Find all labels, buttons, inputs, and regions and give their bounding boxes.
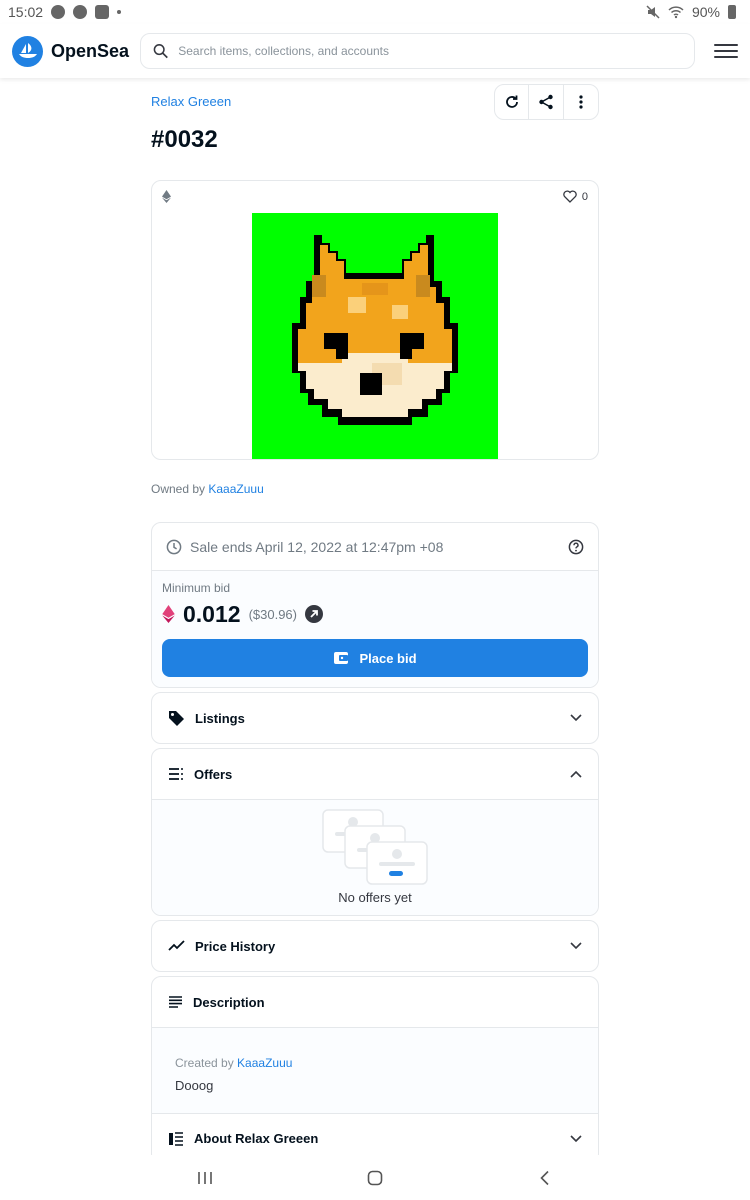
app-header: OpenSea — [0, 24, 750, 78]
description-header[interactable]: Description — [152, 977, 598, 1027]
opensea-logo[interactable]: OpenSea — [12, 35, 140, 67]
recent-apps-icon[interactable] — [197, 1170, 213, 1186]
offers-empty-state: No offers yet — [152, 799, 598, 915]
listings-title: Listings — [195, 710, 245, 726]
refresh-button[interactable] — [495, 85, 530, 119]
description-icon — [169, 996, 182, 1008]
chevron-down-icon — [570, 942, 582, 950]
hamburger-menu-icon[interactable] — [714, 41, 738, 61]
telegram-icon — [73, 5, 88, 19]
favorite-button[interactable]: 0 — [563, 190, 588, 203]
notification-icon — [51, 5, 66, 19]
nft-image[interactable] — [252, 213, 498, 459]
search-icon — [153, 44, 168, 59]
status-bar: 15:02 90% — [0, 0, 750, 24]
bid-section: Minimum bid 0.012 ($30.96) Place bid — [152, 571, 598, 687]
no-offers-text: No offers yet — [338, 890, 412, 905]
sale-panel: Sale ends April 12, 2022 at 12:47pm +08 … — [151, 522, 599, 688]
wallet-icon — [334, 652, 349, 664]
offers-header[interactable]: Offers — [152, 749, 598, 799]
description-text: Dooog — [175, 1078, 214, 1093]
listings-header[interactable]: Listings — [152, 693, 598, 743]
description-title: Description — [193, 994, 265, 1010]
empty-offers-illustration — [322, 809, 428, 885]
system-nav-bar — [0, 1155, 750, 1200]
item-image-card: 0 — [151, 180, 599, 460]
more-notifications-icon — [117, 10, 122, 14]
clock-icon — [166, 539, 182, 554]
about-collection-title: About Relax Greeen — [194, 1131, 319, 1146]
creator-link[interactable]: KaaaZuuu — [237, 1056, 292, 1070]
item-page: Relax Greeen #0032 0 Owned by KaaaZuuu S… — [151, 84, 599, 1168]
weth-icon — [162, 605, 175, 623]
share-icon — [539, 94, 553, 110]
search-input[interactable] — [178, 44, 682, 58]
battery-icon — [728, 5, 736, 19]
price-value: 0.012 — [183, 600, 241, 627]
search-bar[interactable] — [140, 33, 695, 69]
price-history-panel: Price History — [151, 920, 599, 972]
offers-title: Offers — [194, 766, 233, 782]
more-vertical-icon — [579, 95, 583, 109]
battery-text: 90% — [691, 4, 720, 20]
chevron-down-icon — [570, 1134, 582, 1142]
item-title: #0032 — [151, 126, 218, 153]
list-icon — [169, 768, 183, 780]
owner-link[interactable]: KaaaZuuu — [208, 482, 263, 496]
description-body: Created by KaaaZuuu Dooog — [152, 1027, 598, 1113]
trending-icon — [168, 940, 185, 951]
price-usd: ($30.96) — [248, 606, 297, 622]
owned-by-label: Owned by — [151, 482, 206, 496]
youtube-icon — [95, 5, 110, 19]
arrow-up-right-icon[interactable] — [304, 605, 323, 623]
offers-panel: Offers No offers yet — [151, 748, 599, 916]
wifi-icon — [668, 6, 684, 19]
minimum-bid-label: Minimum bid — [162, 581, 231, 595]
item-toolbar — [494, 84, 599, 120]
logo-icon — [12, 35, 43, 67]
status-time: 15:02 — [8, 4, 44, 20]
place-bid-button[interactable]: Place bid — [162, 639, 588, 677]
more-options-button[interactable] — [564, 85, 598, 119]
back-icon[interactable] — [537, 1170, 553, 1186]
listings-panel: Listings — [151, 692, 599, 744]
place-bid-label: Place bid — [359, 650, 417, 666]
chevron-down-icon — [570, 714, 582, 722]
description-panel: Description Created by KaaaZuuu Dooog Ab… — [151, 976, 599, 1164]
price-row: 0.012 ($30.96) — [162, 599, 588, 629]
item-top-row: Relax Greeen — [151, 84, 599, 120]
collection-link[interactable]: Relax Greeen — [151, 94, 231, 109]
sale-end-text: Sale ends April 12, 2022 at 12:47pm +08 — [190, 538, 444, 555]
tag-icon — [169, 710, 184, 726]
share-button[interactable] — [529, 85, 564, 119]
help-icon[interactable] — [568, 539, 584, 555]
created-by: Created by KaaaZuuu — [175, 1056, 575, 1070]
logo-text: OpenSea — [51, 40, 130, 61]
sale-end-row: Sale ends April 12, 2022 at 12:47pm +08 — [152, 523, 598, 571]
refresh-icon — [505, 95, 518, 108]
mute-icon — [646, 5, 660, 19]
price-history-header[interactable]: Price History — [152, 921, 598, 971]
collection-icon — [169, 1131, 183, 1146]
ethereum-icon — [162, 190, 171, 203]
created-by-label: Created by — [175, 1056, 234, 1070]
heart-icon — [563, 190, 577, 203]
chevron-up-icon — [570, 770, 582, 778]
favorite-count: 0 — [581, 190, 588, 203]
owned-by: Owned by KaaaZuuu — [151, 482, 599, 522]
price-history-title: Price History — [195, 938, 276, 954]
home-icon[interactable] — [367, 1170, 383, 1186]
